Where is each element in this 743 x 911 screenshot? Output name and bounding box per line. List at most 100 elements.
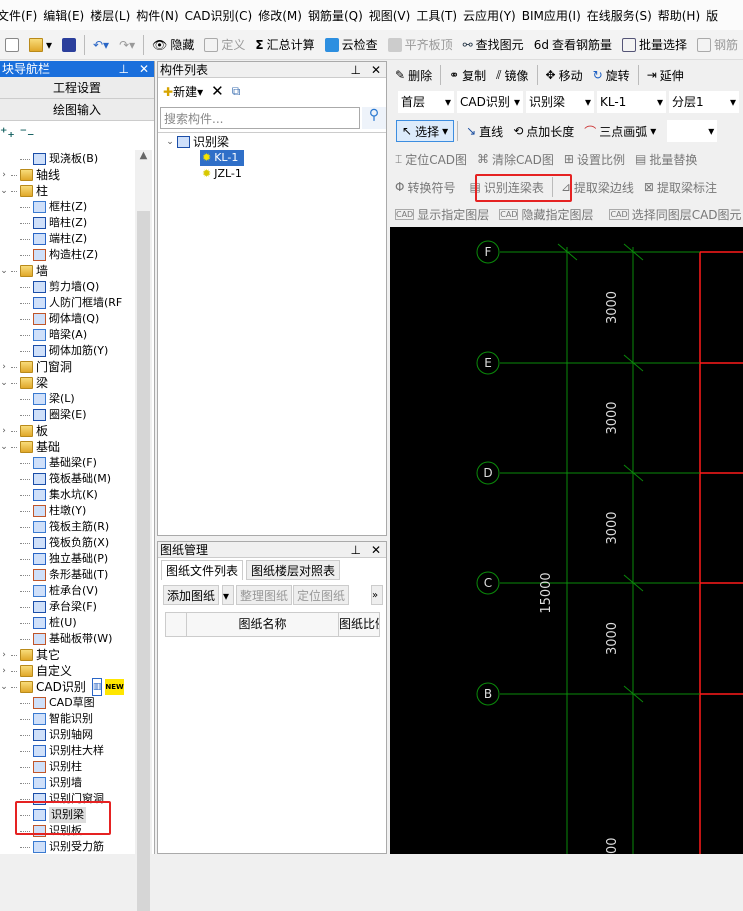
menu-item[interactable]: 云应用(Y) — [463, 7, 522, 24]
hide-layer-button[interactable]: CAD 隐藏指定图层 — [494, 206, 598, 223]
set-scale-button[interactable]: ⊞ 设置比例 — [559, 151, 630, 168]
nav-tree-item[interactable]: 梁(L) — [20, 391, 75, 407]
project-settings-button[interactable]: 工程设置 — [0, 77, 154, 99]
component-item-kl-1[interactable]: ✹ KL-1 — [200, 150, 245, 166]
extract-beam-label-button[interactable]: ⊠ 提取梁标注 — [639, 179, 722, 196]
component-item-jzl-1[interactable]: ✹ JZL-1 — [200, 166, 242, 182]
hide-button[interactable]: 👁 隐藏 — [147, 36, 199, 53]
component-select[interactable]: KL-1 ▾ — [597, 91, 666, 113]
chevron-right-icon[interactable]: › — [0, 167, 8, 183]
tab-drawing-files[interactable]: 图纸文件列表 — [161, 560, 244, 580]
close-icon[interactable]: ✕ — [371, 542, 381, 557]
component-search-input[interactable]: 搜索构件... — [160, 107, 360, 129]
nav-tree-scrollbar[interactable]: ▲ — [135, 150, 152, 911]
nav-tree-item[interactable]: 筏板基础(M) — [20, 471, 111, 487]
chevron-right-icon[interactable]: › — [0, 423, 8, 439]
chevron-down-icon[interactable]: ⌄ — [0, 183, 8, 199]
add-drawing-button[interactable]: 添加图纸 — [163, 585, 220, 605]
nav-tree-item[interactable]: › 轴线 — [0, 167, 60, 183]
nav-tree-item[interactable]: › 其它 — [0, 647, 60, 663]
delete-button[interactable]: ✎ 删除 — [390, 67, 437, 84]
move-button[interactable]: ✥ 移动 — [541, 67, 588, 84]
nav-tree-item[interactable]: › 门窗洞 — [0, 359, 72, 375]
nav-tree-item[interactable]: 桩(U) — [20, 615, 77, 631]
mode-select[interactable]: CAD识别 ▾ — [457, 91, 523, 113]
collapse-all-icon[interactable]: ⁻₋ — [20, 125, 35, 141]
level-top-button[interactable]: 平齐板顶 — [383, 36, 458, 53]
menu-item[interactable]: 文件(F) — [0, 7, 43, 24]
locate-cad-button[interactable]: ⌶ 定位CAD图 — [390, 151, 472, 168]
nav-tree-item[interactable]: 识别柱 — [20, 759, 82, 775]
nav-tree-item[interactable]: 端柱(Z) — [20, 231, 87, 247]
nav-tree-item[interactable]: 暗梁(A) — [20, 327, 87, 343]
nav-tree-item[interactable]: › 自定义 — [0, 663, 72, 679]
pin-icon[interactable]: ⊥ — [118, 61, 128, 77]
shape-select[interactable]: ▾ — [667, 120, 718, 142]
nav-tree-item[interactable]: 承台梁(F) — [20, 599, 97, 615]
chevron-down-icon[interactable]: ⌄ — [0, 263, 8, 279]
nav-tree-item[interactable]: 圈梁(E) — [20, 407, 87, 423]
nav-tree-item[interactable]: 筏板负筋(X) — [20, 535, 109, 551]
nav-tree-item[interactable]: 条形基础(T) — [20, 567, 108, 583]
undo-button[interactable]: ↶▾ — [88, 38, 114, 52]
line-button[interactable]: ↘ 直线 — [461, 123, 508, 140]
pin-icon[interactable]: ⊥ — [350, 62, 360, 77]
nav-tree-item[interactable]: CAD草图 — [20, 695, 95, 711]
nav-tree-item[interactable]: 剪力墙(Q) — [20, 279, 99, 295]
batch-replace-button[interactable]: ▤ 批量替换 — [630, 151, 702, 168]
save-button[interactable] — [57, 37, 81, 52]
chevron-down-icon[interactable]: ⌄ — [0, 375, 8, 391]
find-element-button[interactable]: ⚯ 查找图元 — [458, 36, 529, 53]
pin-icon[interactable]: ⊥ — [350, 542, 360, 557]
nav-tree-item[interactable]: 筏板主筋(R) — [20, 519, 109, 535]
select-same-layer-button[interactable]: CAD 选择同图层CAD图元 — [604, 206, 743, 223]
nav-tree-item[interactable]: 独立基础(P) — [20, 551, 108, 567]
nav-tree-item[interactable]: 识别柱大样 — [20, 743, 104, 759]
col-drawing-name[interactable]: 图纸名称 — [187, 613, 339, 636]
organize-drawing-button[interactable]: 整理图纸 — [236, 585, 293, 605]
nav-tree-item[interactable]: 柱墩(Y) — [20, 503, 86, 519]
menu-item[interactable]: BIM应用(I) — [522, 7, 587, 24]
cloud-check-button[interactable]: 云检查 — [320, 36, 383, 53]
chevron-down-icon[interactable]: ⌄ — [0, 679, 8, 695]
define-button[interactable]: 定义 — [199, 36, 250, 53]
delete-icon[interactable]: ✕ — [211, 82, 224, 100]
menu-item[interactable]: CAD识别(C) — [185, 7, 259, 24]
nav-tree-item[interactable]: 框柱(Z) — [20, 199, 87, 215]
nav-tree-item[interactable]: 暗柱(Z) — [20, 215, 87, 231]
menu-item[interactable]: 编辑(E) — [43, 7, 90, 24]
menu-item[interactable]: 在线服务(S) — [587, 7, 658, 24]
menu-item[interactable]: 修改(M) — [258, 7, 308, 24]
clear-cad-button[interactable]: ⌘ 清除CAD图 — [472, 151, 559, 168]
nav-tree-item[interactable]: 构造柱(Z) — [20, 247, 98, 263]
open-button[interactable]: ▾ — [24, 37, 57, 52]
show-layer-button[interactable]: CAD 显示指定图层 — [390, 206, 494, 223]
menu-item[interactable]: 版 — [706, 7, 724, 24]
col-drawing-scale[interactable]: 图纸比例 — [339, 613, 379, 636]
add-drawing-dropdown[interactable]: ▾ — [222, 585, 234, 605]
sum-calc-button[interactable]: Σ 汇总计算 — [250, 36, 319, 53]
menu-item[interactable]: 帮助(H) — [658, 7, 706, 24]
redo-button[interactable]: ↷▾ — [114, 38, 140, 52]
view-rebar-button[interactable]: 6d 查看钢筋量 — [529, 36, 617, 53]
nav-tree-item[interactable]: 基础板带(W) — [20, 631, 112, 647]
nav-tree-item[interactable]: ⌄ 基础 — [0, 439, 60, 455]
nav-tree-item[interactable]: 识别受力筋 — [20, 839, 104, 854]
more-button[interactable]: » — [371, 585, 383, 605]
type-select[interactable]: 识别梁 ▾ — [526, 91, 594, 113]
nav-tree-item[interactable]: 智能识别 — [20, 711, 93, 727]
extend-button[interactable]: ⇥ 延伸 — [642, 67, 689, 84]
menu-item[interactable]: 视图(V) — [369, 7, 417, 24]
nav-tree-item[interactable]: ⌄ 墙 — [0, 263, 48, 279]
rebar-button[interactable]: 钢筋 — [692, 36, 743, 53]
copy-button[interactable]: ⚭ 复制 — [444, 67, 491, 84]
batch-select-button[interactable]: 批量选择 — [617, 36, 692, 53]
menu-item[interactable]: 钢筋量(Q) — [308, 7, 369, 24]
expand-all-icon[interactable]: ⁺₊ — [0, 125, 15, 141]
nav-tree-item[interactable]: 识别墙 — [20, 775, 82, 791]
nav-tree-item[interactable]: 人防门框墙(RF — [20, 295, 122, 311]
nav-tree-item[interactable]: 识别轴网 — [20, 727, 93, 743]
convert-symbol-button[interactable]: Φ 转换符号 — [390, 179, 460, 196]
nav-tree-item[interactable]: 集水坑(K) — [20, 487, 98, 503]
select-button[interactable]: ↖ 选择 ▾ — [396, 120, 455, 142]
